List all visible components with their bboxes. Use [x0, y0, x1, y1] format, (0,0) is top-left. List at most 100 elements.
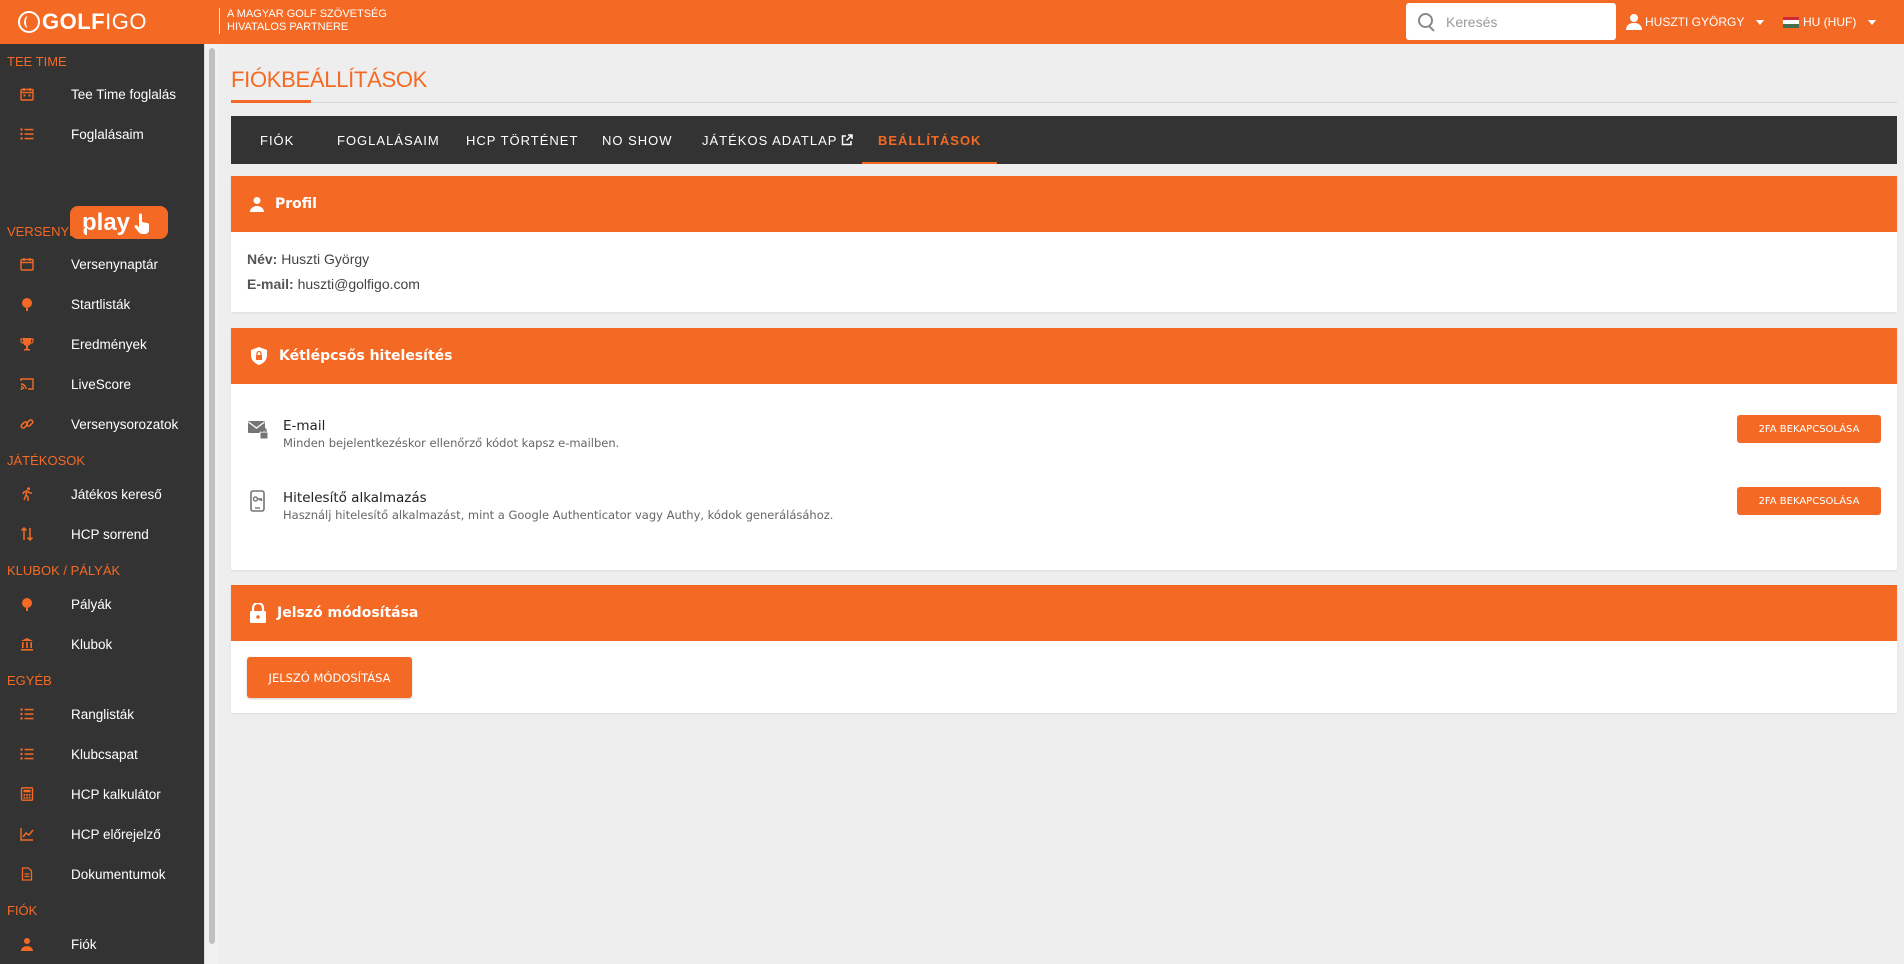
- password-card-header: Jelszó módosítása: [231, 585, 1897, 641]
- sidebar-item-tee-time-booking[interactable]: Tee Time foglalás: [0, 76, 204, 112]
- search-input[interactable]: [1446, 13, 1606, 30]
- sidebar: TEE TIME Tee Time foglalás Foglalásaim p…: [0, 44, 204, 964]
- profile-email-row: E-mail: huszti@golfigo.com: [247, 276, 420, 292]
- trophy-icon: [20, 338, 34, 351]
- partner-tagline: A MAGYAR GOLF SZÖVETSÉG HIVATALOS PARTNE…: [219, 8, 387, 34]
- phone-key-icon: [250, 490, 265, 512]
- golf-ball-icon: [22, 598, 32, 611]
- golf-ball-logo-icon: [18, 11, 40, 33]
- calculator-icon: [20, 787, 34, 801]
- search-box[interactable]: [1406, 3, 1616, 40]
- section-title-tee-time: TEE TIME: [7, 54, 67, 69]
- sidebar-item-label: HCP kalkulátor: [71, 786, 161, 802]
- profile-heading: Profil: [275, 196, 317, 212]
- enable-app-2fa-button[interactable]: 2FA BEKAPCSOLÁSA: [1737, 487, 1881, 515]
- top-bar: GOLFIGO A MAGYAR GOLF SZÖVETSÉG HIVATALO…: [0, 0, 1904, 44]
- user-name: HUSZTI GYÖRGY: [1645, 15, 1745, 29]
- calendar-icon: [20, 258, 34, 271]
- sidebar-item-documents[interactable]: Dokumentumok: [0, 856, 204, 892]
- tab-account[interactable]: FIÓK: [260, 116, 294, 164]
- user-icon: [1626, 14, 1642, 30]
- sidebar-item-results[interactable]: Eredmények: [0, 326, 204, 362]
- two-factor-app-row: Hitelesítő alkalmazás Használj hitelesít…: [247, 487, 1881, 530]
- section-title-other: EGYÉB: [7, 673, 52, 688]
- enable-email-2fa-button[interactable]: 2FA BEKAPCSOLÁSA: [1737, 415, 1881, 443]
- sidebar-item-courses[interactable]: Pályák: [0, 586, 204, 622]
- method-title: Hitelesítő alkalmazás: [283, 490, 427, 506]
- bank-icon: [21, 638, 33, 651]
- sidebar-item-label: HCP előrejelző: [71, 826, 161, 842]
- sidebar-item-label: Klubcsapat: [71, 746, 138, 762]
- search-icon: [1418, 12, 1436, 31]
- golf-ball-icon: [22, 298, 32, 311]
- sidebar-item-label: Ranglisták: [71, 706, 135, 722]
- sidebar-item-label: Eredmények: [71, 336, 147, 352]
- user-icon: [21, 938, 33, 951]
- sidebar-item-label: Pályák: [71, 596, 112, 612]
- method-description: Minden bejelentkezéskor ellenőrző kódot …: [283, 436, 620, 450]
- name-value: Huszti György: [281, 251, 370, 267]
- cast-icon: [20, 378, 34, 390]
- sidebar-item-competition-series[interactable]: Versenysorozatok: [0, 406, 204, 442]
- logo-text: GOLFIGO: [42, 9, 147, 34]
- link-icon: [20, 419, 34, 429]
- sidebar-item-label: Tee Time foglalás: [71, 86, 177, 102]
- tab-player-profile[interactable]: JÁTÉKOS ADATLAP: [702, 116, 854, 164]
- sidebar-item-player-search[interactable]: Játékos kereső: [0, 476, 204, 512]
- language-label: HU (HUF): [1803, 15, 1857, 29]
- tab-settings[interactable]: BEÁLLÍTÁSOK: [862, 116, 998, 164]
- calendar-icon: [20, 88, 34, 101]
- language-menu[interactable]: HU (HUF): [1783, 0, 1877, 44]
- section-title-competitions: VERSENYEK: [7, 224, 87, 239]
- two-factor-heading: Kétlépcsős hitelesítés: [279, 348, 453, 364]
- golfigo-logo[interactable]: GOLFIGO: [18, 0, 147, 44]
- email-lock-icon: [248, 421, 269, 440]
- shield-lock-icon: [251, 347, 267, 365]
- sidebar-item-label: Fiók: [71, 936, 97, 952]
- user-menu[interactable]: HUSZTI GYÖRGY: [1626, 0, 1765, 44]
- partner-line-2: HIVATALOS PARTNERE: [227, 21, 349, 33]
- sidebar-item-account[interactable]: Fiók: [0, 926, 204, 962]
- tab-hcp-history[interactable]: HCP TÖRTÉNET: [466, 116, 578, 164]
- sidebar-item-hcp-calculator[interactable]: HCP kalkulátor: [0, 776, 204, 812]
- page-title: FIÓKBEÁLLÍTÁSOK: [231, 67, 428, 92]
- sidebar-item-hcp-forecast[interactable]: HCP előrejelző: [0, 816, 204, 852]
- document-icon: [21, 867, 33, 881]
- sidebar-scrollbar[interactable]: [204, 44, 218, 964]
- section-title-account: FIÓK: [7, 903, 38, 918]
- email-value: huszti@golfigo.com: [297, 276, 420, 292]
- sidebar-item-livescore[interactable]: LiveScore: [0, 366, 204, 402]
- password-card: Jelszó módosítása JELSZÓ MÓDOSÍTÁSA: [231, 585, 1897, 713]
- chevron-down-icon: [1756, 19, 1765, 25]
- section-title-players: JÁTÉKOSOK: [7, 453, 86, 468]
- sidebar-item-rankings[interactable]: Ranglisták: [0, 696, 204, 732]
- change-password-button[interactable]: JELSZÓ MÓDOSÍTÁSA: [247, 657, 412, 698]
- account-tabs: FIÓK FOGLALÁSAIM HCP TÖRTÉNET NO SHOW JÁ…: [231, 116, 1897, 164]
- sidebar-item-clubs[interactable]: Klubok: [0, 626, 204, 662]
- two-factor-card: Kétlépcsős hitelesítés E-mail Minden bej…: [231, 328, 1897, 570]
- name-label: Név:: [247, 251, 278, 267]
- play-label: play: [82, 208, 131, 236]
- lock-icon: [250, 603, 266, 623]
- sidebar-item-label: HCP sorrend: [71, 526, 149, 542]
- email-label: E-mail:: [247, 276, 294, 292]
- sidebar-item-start-lists[interactable]: Startlisták: [0, 286, 204, 322]
- running-icon: [22, 487, 32, 501]
- partner-line-1: A MAGYAR GOLF SZÖVETSÉG: [227, 8, 387, 20]
- tab-my-bookings[interactable]: FOGLALÁSAIM: [337, 116, 440, 164]
- sidebar-item-club-team[interactable]: Klubcsapat: [0, 736, 204, 772]
- trending-chart-icon: [20, 828, 34, 841]
- tab-no-show[interactable]: NO SHOW: [602, 116, 673, 164]
- sidebar-item-label: Dokumentumok: [71, 866, 166, 882]
- chevron-down-icon: [1868, 19, 1877, 25]
- title-accent-underline: [231, 100, 311, 103]
- sort-icon: [20, 527, 34, 541]
- scrollbar-thumb[interactable]: [209, 48, 215, 944]
- sidebar-item-hcp-ranking[interactable]: HCP sorrend: [0, 516, 204, 552]
- section-title-clubs-courses: KLUBOK / PÁLYÁK: [7, 563, 121, 578]
- sidebar-item-competition-calendar[interactable]: Versenynaptár: [0, 246, 204, 282]
- profile-card: Profil Név: Huszti György E-mail: huszti…: [231, 176, 1897, 312]
- sidebar-item-my-bookings[interactable]: Foglalásaim: [0, 116, 204, 152]
- sidebar-item-label: Startlisták: [71, 296, 131, 312]
- pointer-hand-icon: [134, 213, 150, 234]
